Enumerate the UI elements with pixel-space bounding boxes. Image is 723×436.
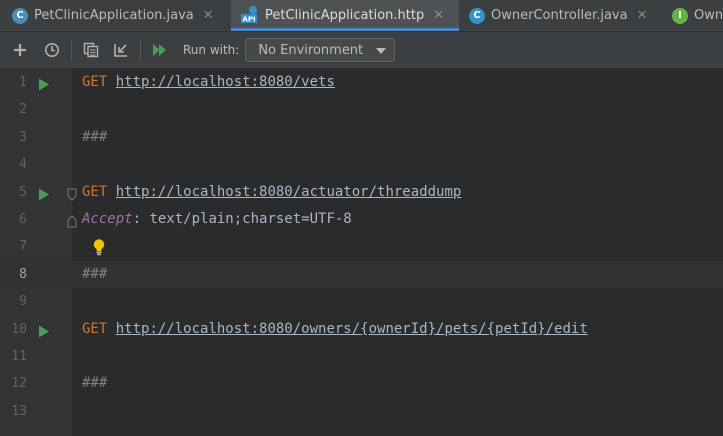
close-icon[interactable]: ✕: [433, 8, 444, 23]
tab-petclinicapplication-http[interactable]: API PetClinicApplication.http ✕: [231, 0, 459, 31]
code-line: 9: [0, 288, 723, 315]
code-editor[interactable]: 1 GET http://localhost:8080/vets 2 3 ###…: [0, 69, 723, 436]
close-icon[interactable]: ✕: [203, 8, 214, 23]
tab-label: PetClinicApplication.java: [34, 8, 194, 23]
history-icon[interactable]: [41, 39, 63, 61]
line-number: 4: [19, 157, 27, 173]
line-number: 6: [19, 212, 27, 227]
code-line: 3 ###: [0, 124, 723, 151]
run-with-label: Run with:: [183, 43, 240, 57]
header-line: Accept: text/plain;charset=UTF-8: [82, 206, 352, 233]
run-request-icon[interactable]: [38, 76, 50, 91]
code-line: 7: [0, 233, 723, 260]
tab-label: PetClinicApplication.http: [265, 8, 425, 23]
environment-select[interactable]: No Environment: [245, 38, 396, 62]
close-icon[interactable]: ✕: [637, 8, 648, 23]
tab-ownercontroller-java[interactable]: C OwnerController.java ✕: [459, 0, 669, 31]
add-icon[interactable]: [9, 39, 31, 61]
http-client-toolbar: Run with: No Environment: [0, 32, 723, 69]
http-method: GET: [82, 74, 108, 90]
import-icon[interactable]: [110, 39, 132, 61]
environment-value: No Environment: [258, 42, 364, 58]
fold-end-icon[interactable]: [67, 213, 77, 228]
request-separator: ###: [82, 375, 108, 392]
svg-text:API: API: [242, 15, 255, 23]
run-request-icon[interactable]: [38, 323, 50, 338]
run-all-icon[interactable]: [149, 39, 171, 61]
line-number: 2: [19, 102, 27, 118]
editor-tab-bar: C PetClinicApplication.java ✕ API PetCli…: [0, 0, 723, 32]
copy-icon[interactable]: [80, 39, 102, 61]
tab-label: OwnerController.java: [491, 8, 628, 23]
line-number: 5: [19, 184, 27, 200]
fold-start-icon[interactable]: [67, 186, 77, 201]
line-number: 7: [19, 239, 27, 255]
line-number: 11: [11, 349, 27, 364]
request-url[interactable]: http://localhost:8080/owners/{ownerId}/p…: [116, 321, 588, 337]
code-line: 11: [0, 343, 723, 370]
request-url[interactable]: http://localhost:8080/actuator/threaddum…: [116, 184, 462, 200]
run-request-icon[interactable]: [38, 186, 50, 201]
tab-petclinicapplication-java[interactable]: C PetClinicApplication.java ✕: [0, 0, 234, 31]
request-line: GET http://localhost:8080/vets: [82, 69, 335, 96]
code-line: 13: [0, 398, 723, 425]
tab-own[interactable]: I Own: [667, 0, 723, 31]
code-line: 10 GET http://localhost:8080/owners/{own…: [0, 316, 723, 343]
java-class-icon: C: [12, 7, 28, 24]
request-separator: ###: [82, 265, 108, 282]
interface-icon: I: [672, 7, 688, 24]
line-number: 3: [19, 129, 27, 145]
api-icon: API: [241, 5, 259, 27]
line-number: 10: [11, 321, 27, 337]
code-line: 4: [0, 151, 723, 178]
toolbar-separator: [140, 40, 141, 60]
toolbar-separator: [71, 40, 72, 60]
code-line: 2: [0, 96, 723, 123]
chevron-down-icon: [376, 43, 387, 58]
code-line: 1 GET http://localhost:8080/vets: [0, 69, 723, 96]
line-number: 1: [19, 75, 27, 90]
line-number: 8: [19, 266, 27, 282]
code-line: 5 GET http://localhost:8080/actuator/thr…: [0, 179, 723, 206]
code-line: 6 Accept: text/plain;charset=UTF-8: [0, 206, 723, 233]
code-line: 12 ###: [0, 370, 723, 397]
request-url[interactable]: http://localhost:8080/vets: [116, 74, 335, 90]
http-method: GET: [82, 183, 108, 200]
request-line: GET http://localhost:8080/owners/{ownerI…: [82, 316, 588, 343]
header-name: Accept: [82, 211, 133, 227]
http-method: GET: [82, 320, 108, 337]
class-icon: C: [469, 7, 485, 24]
line-number: 13: [11, 403, 27, 419]
request-separator: ###: [82, 128, 108, 145]
line-number: 12: [11, 376, 27, 392]
header-value: text/plain;charset=UTF-8: [141, 211, 352, 227]
code-line-current: 8 ###: [0, 260, 723, 289]
lightbulb-icon[interactable]: [92, 238, 106, 256]
header-separator: :: [132, 211, 142, 227]
line-number: 9: [19, 294, 27, 310]
tab-label: Own: [694, 8, 723, 23]
request-line: GET http://localhost:8080/actuator/threa…: [82, 179, 461, 206]
